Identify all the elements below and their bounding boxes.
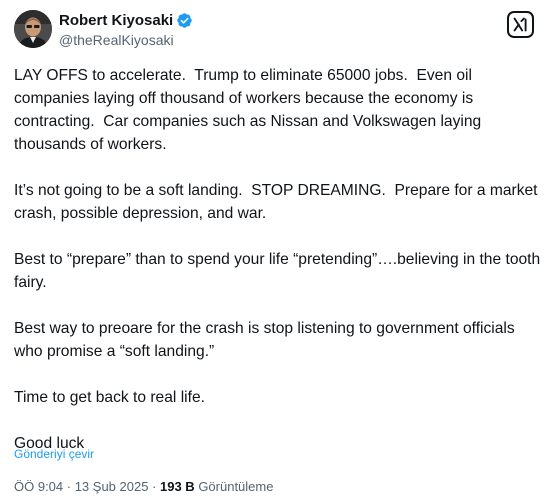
tweet-paragraph: LAY OFFS to accelerate. Trump to elimina…: [14, 67, 486, 153]
verified-badge-icon[interactable]: [176, 12, 193, 29]
author-handle[interactable]: @theRealKiyosaki: [59, 32, 193, 48]
meta-separator: ·: [63, 479, 75, 494]
post-date[interactable]: 13 Şub 2025: [75, 479, 149, 494]
meta-separator: ·: [148, 479, 160, 494]
grok-icon: [513, 17, 527, 32]
grok-button[interactable]: [507, 11, 534, 38]
views-count: 193 B: [160, 479, 195, 494]
tweet-paragraph: Best to “prepare” than to spend your lif…: [14, 251, 545, 291]
tweet-paragraph: Best way to preoare for the crash is sto…: [14, 320, 520, 360]
avatar[interactable]: [14, 10, 52, 48]
tweet-header: Robert Kiyosaki @theRealKiyosaki: [14, 8, 536, 50]
views-label: Görüntüleme: [194, 479, 274, 494]
avatar-image: [14, 10, 52, 48]
post-time[interactable]: ÖÖ 9:04: [14, 479, 63, 494]
name-row: Robert Kiyosaki: [59, 11, 193, 30]
tweet-paragraph: Time to get back to real life.: [14, 389, 205, 406]
author-names: Robert Kiyosaki @theRealKiyosaki: [59, 11, 193, 48]
tweet-paragraph: It’s not going to be a soft landing. STO…: [14, 182, 542, 222]
translate-post-link[interactable]: Gönderiyi çevir: [14, 447, 94, 461]
display-name[interactable]: Robert Kiyosaki: [59, 12, 173, 29]
tweet-meta: ÖÖ 9:04 · 13 Şub 2025 · 193 B Görüntülem…: [14, 479, 273, 494]
tweet: Robert Kiyosaki @theRealKiyosaki LAY OFF…: [0, 0, 548, 504]
tweet-text: LAY OFFS to accelerate. Trump to elimina…: [14, 64, 544, 455]
